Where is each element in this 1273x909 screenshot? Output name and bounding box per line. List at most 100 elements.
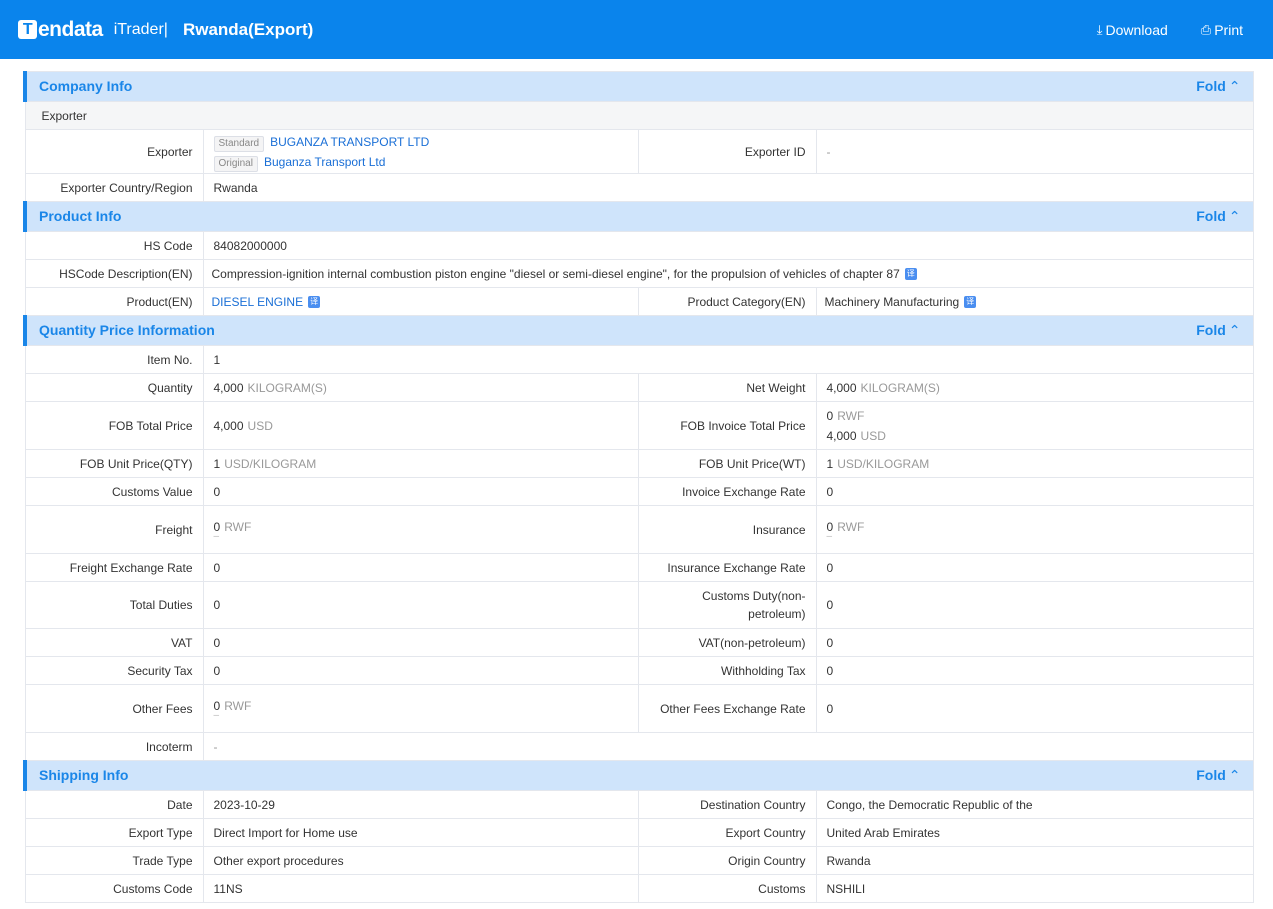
fold-button[interactable]: Fold ⌃	[1196, 208, 1240, 225]
total-duties-value: 0	[202, 581, 639, 629]
table-row: Export Type Direct Import for Home use E…	[24, 818, 1254, 847]
section-title: Product Info	[39, 208, 122, 224]
table-row: Product(EN) DIESEL ENGINE 译 Product Categ…	[24, 287, 1254, 316]
customs-value-value: 0	[202, 477, 639, 506]
export-type-value: Direct Import for Home use	[202, 818, 639, 847]
section-product-header: Product Info Fold ⌃	[23, 201, 1254, 232]
hs-description-value: Compression-ignition internal combustion…	[211, 266, 900, 281]
hs-code-value: 84082000000	[202, 231, 1254, 260]
table-row: Freight 0 RWF – Insurance 0 RWF –	[24, 505, 1254, 554]
table-row: HS Code 84082000000	[24, 231, 1254, 260]
fob-total-cell: 4,000 USD	[202, 401, 639, 450]
freight-cell: 0 RWF –	[202, 505, 639, 554]
fold-button[interactable]: Fold ⌃	[1196, 322, 1240, 339]
table-row: Date 2023-10-29 Destination Country Cong…	[24, 790, 1254, 819]
exporter-id-value: -	[815, 129, 1254, 174]
freight-rate-value: 0	[202, 553, 639, 582]
destination-value: Congo, the Democratic Republic of the	[815, 790, 1254, 819]
field-label: Export Country	[637, 818, 817, 847]
table-row: FOB Unit Price(QTY) 1 USD/KILOGRAM FOB Un…	[24, 449, 1254, 478]
exporter-original-link[interactable]: Buganza Transport Ltd	[264, 155, 385, 169]
item-no-value: 1	[202, 345, 1254, 374]
field-label: Trade Type	[24, 846, 204, 875]
print-button[interactable]: ⎙ Print	[1201, 22, 1243, 38]
other-fees-rate-value: 0	[815, 684, 1254, 733]
field-label: Customs Duty(non-petroleum)	[637, 581, 817, 629]
field-label: HSCode Description(EN)	[24, 259, 204, 288]
field-label: Origin Country	[637, 846, 817, 875]
section-shipping-header: Shipping Info Fold ⌃	[23, 760, 1254, 791]
page-title: Rwanda(Export)	[182, 19, 314, 39]
fob-invoice-cell: 0 RWF 4,000 USD	[815, 401, 1254, 450]
logo-mark: T	[18, 20, 37, 39]
printer-icon: ⎙	[1200, 21, 1212, 37]
field-label: Freight	[24, 505, 204, 554]
field-label: Customs	[637, 874, 817, 903]
translate-icon[interactable]: 译	[904, 268, 917, 281]
field-label: FOB Total Price	[24, 401, 204, 450]
section-title: Quantity Price Information	[39, 322, 215, 338]
table-row: Trade Type Other export procedures Origi…	[24, 846, 1254, 875]
translate-icon[interactable]: 译	[308, 296, 321, 309]
fold-button[interactable]: Fold ⌃	[1196, 767, 1240, 784]
category-value: Machinery Manufacturing	[824, 294, 960, 309]
product-link[interactable]: DIESEL ENGINE	[212, 295, 304, 309]
chevron-up-icon: ⌃	[1228, 78, 1241, 94]
section-company-header: Company Info Fold ⌃	[23, 71, 1254, 102]
field-label: Net Weight	[637, 373, 817, 402]
field-label: Insurance Exchange Rate	[637, 553, 817, 582]
customs-value: NSHILI	[815, 874, 1254, 903]
subheader-label: Exporter	[24, 101, 1254, 130]
table-row: Exporter Country/Region Rwanda	[24, 173, 1254, 202]
section-quantity-header: Quantity Price Information Fold ⌃	[23, 315, 1254, 346]
table-row: Customs Code 11NS Customs NSHILI	[24, 874, 1254, 903]
field-label: Exporter ID	[637, 129, 817, 174]
field-label: FOB Unit Price(QTY)	[24, 449, 204, 478]
field-label: Other Fees	[24, 684, 204, 733]
exporter-names: Standard BUGANZA TRANSPORT LTD Original Bu…	[202, 129, 639, 174]
field-label: Security Tax	[24, 656, 204, 685]
field-label: Date	[24, 790, 204, 819]
download-button[interactable]: ⤓ Download	[1097, 22, 1168, 38]
export-country-value: United Arab Emirates	[815, 818, 1254, 847]
field-label: Other Fees Exchange Rate	[637, 684, 817, 733]
logo-text: endata	[38, 17, 103, 41]
field-label: Product Category(EN)	[637, 287, 817, 316]
date-value: 2023-10-29	[202, 790, 639, 819]
table-row: Quantity 4,000 KILOGRAM(S) Net Weight 4,0…	[24, 373, 1254, 402]
table-row: FOB Total Price 4,000 USD FOB Invoice Tot…	[24, 401, 1254, 450]
exporter-standard-link[interactable]: BUGANZA TRANSPORT LTD	[270, 135, 429, 149]
translate-icon[interactable]: 译	[964, 296, 977, 309]
trade-type-value: Other export procedures	[202, 846, 639, 875]
field-label: Withholding Tax	[637, 656, 817, 685]
field-label: Exporter	[24, 129, 204, 174]
table-row: Other Fees 0 RWF – Other Fees Exchange Rat…	[24, 684, 1254, 733]
tendata-logo[interactable]: Tendata	[18, 18, 103, 42]
insurance-cell: 0 RWF –	[815, 505, 1254, 554]
table-row: Customs Value 0 Invoice Exchange Rate 0	[24, 477, 1254, 506]
field-label: VAT(non-petroleum)	[637, 628, 817, 657]
net-weight-cell: 4,000 KILOGRAM(S)	[815, 373, 1254, 402]
fob-unit-qty-cell: 1 USD/KILOGRAM	[202, 449, 639, 478]
exporter-subheader: Exporter	[24, 101, 1254, 130]
detail-content: Company Info Fold ⌃ Exporter Exporter Sta…	[23, 71, 1254, 903]
vat-value: 0	[202, 628, 639, 657]
incoterm-value: -	[202, 732, 1254, 761]
product-cell: DIESEL ENGINE 译	[202, 287, 639, 316]
table-row: Item No. 1	[24, 345, 1254, 374]
field-label: FOB Unit Price(WT)	[637, 449, 817, 478]
chevron-up-icon: ⌃	[1228, 208, 1241, 224]
customs-code-value: 11NS	[202, 874, 639, 903]
table-row: Security Tax 0 Withholding Tax 0	[24, 656, 1254, 685]
table-row: Total Duties 0 Customs Duty(non-petroleu…	[24, 581, 1254, 629]
fold-button[interactable]: Fold ⌃	[1196, 78, 1240, 95]
product-name: iTrader|	[113, 20, 168, 38]
vat-np-value: 0	[815, 628, 1254, 657]
origin-value: Rwanda	[815, 846, 1254, 875]
section-title: Shipping Info	[39, 767, 129, 783]
field-label: VAT	[24, 628, 204, 657]
other-fees-cell: 0 RWF –	[202, 684, 639, 733]
category-cell: Machinery Manufacturing 译	[815, 287, 1254, 316]
table-row: Freight Exchange Rate 0 Insurance Exchan…	[24, 553, 1254, 582]
top-bar: Tendata iTrader| Rwanda(Export) ⤓ Downlo…	[0, 0, 1273, 59]
